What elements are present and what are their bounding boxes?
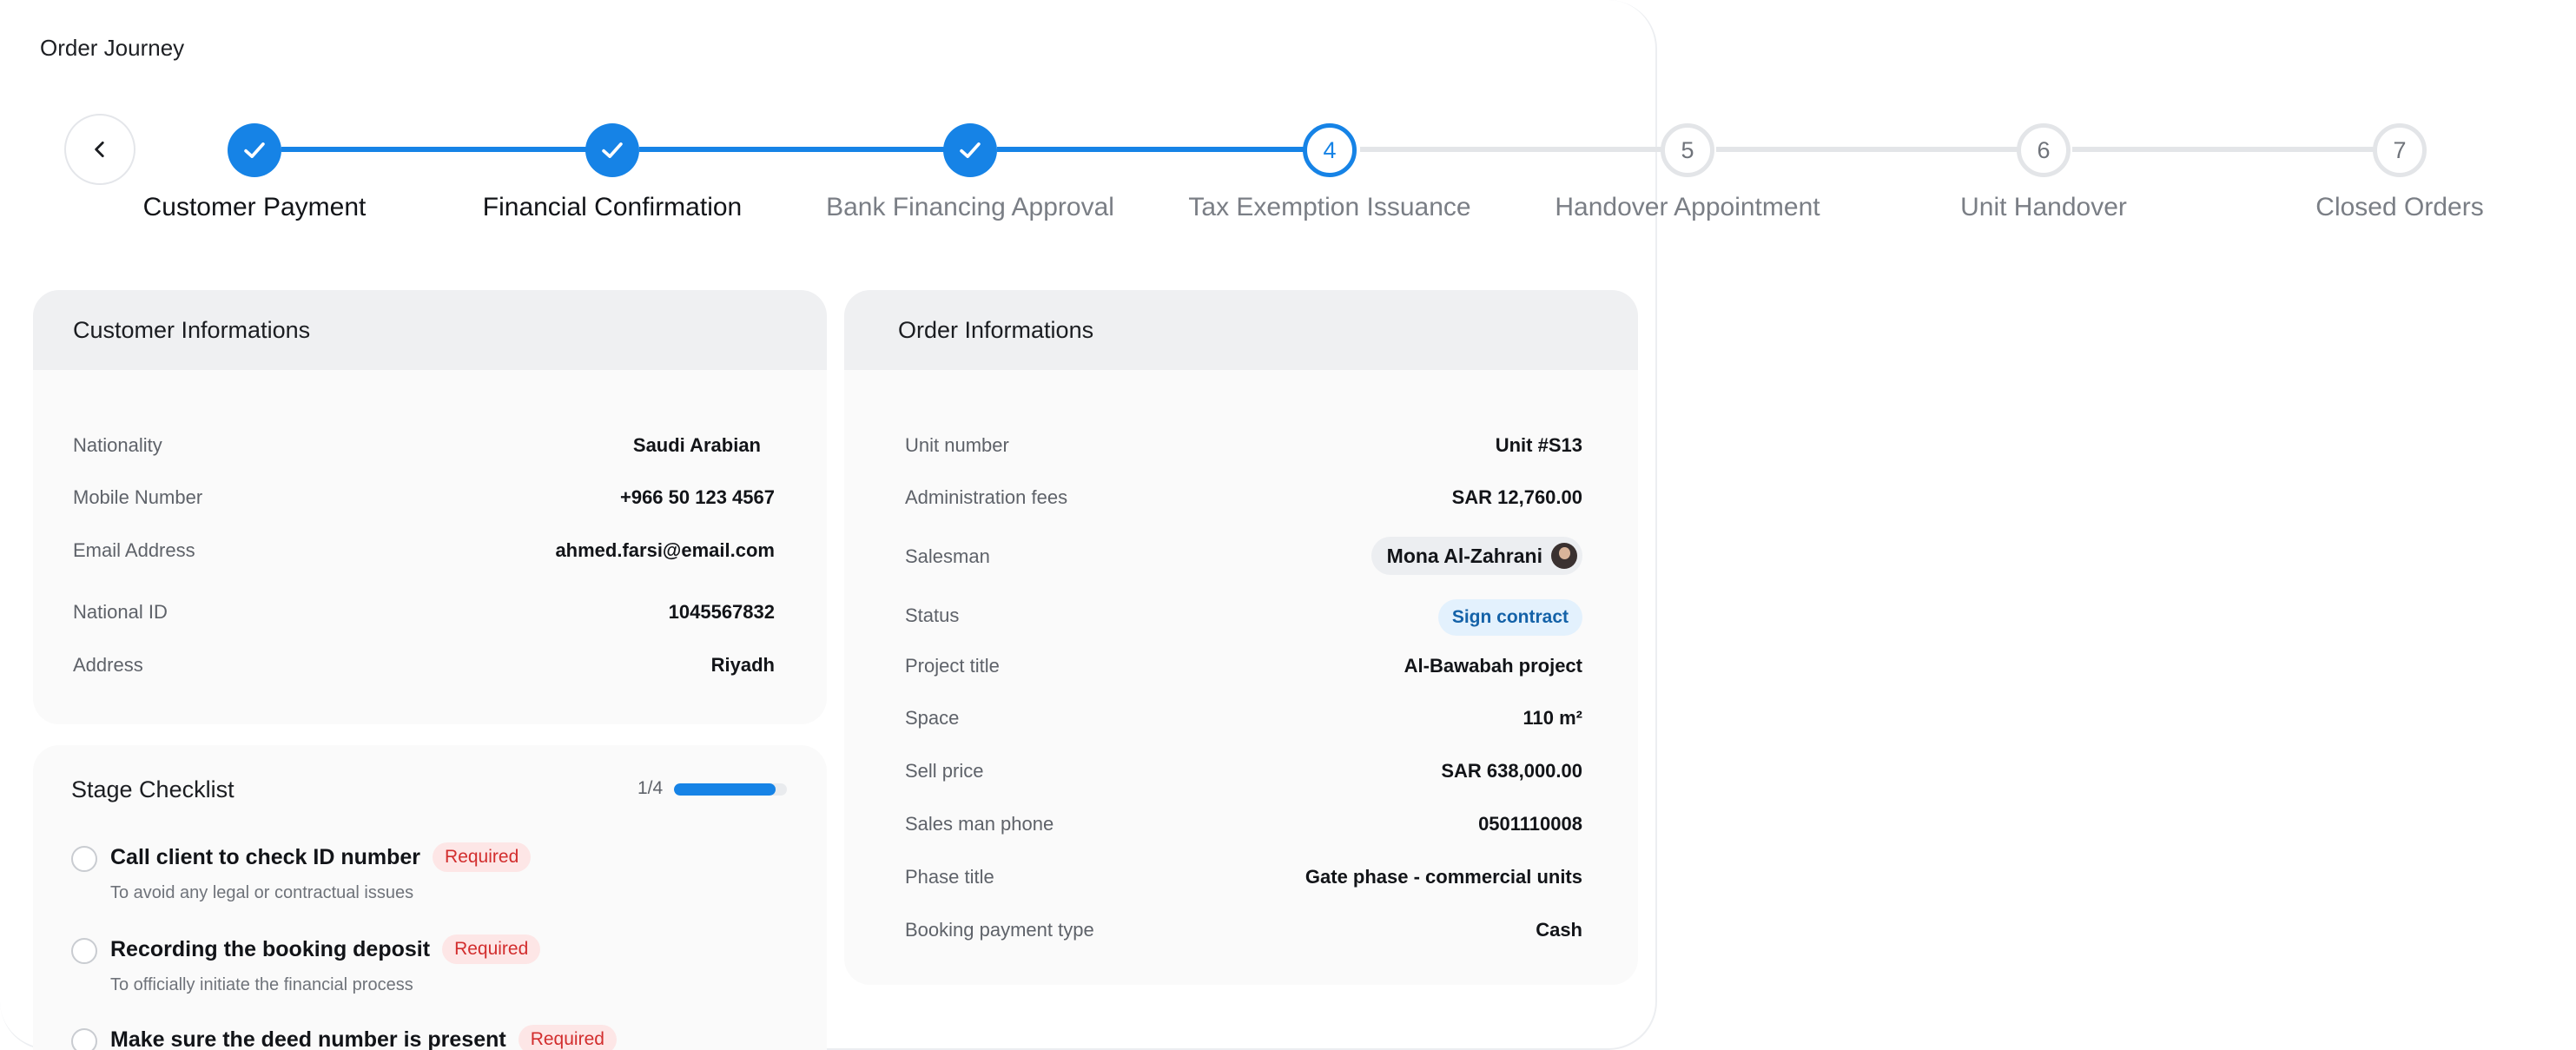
checklist-checkbox-3[interactable] bbox=[71, 1028, 97, 1050]
step-1-circle[interactable] bbox=[228, 123, 281, 177]
required-badge: Required bbox=[442, 934, 541, 964]
info-value: Cash bbox=[1536, 919, 1582, 941]
required-badge: Required bbox=[518, 1025, 617, 1050]
step-7-circle[interactable]: 7 bbox=[2373, 123, 2427, 177]
step-4-circle[interactable]: 4 bbox=[1303, 123, 1357, 177]
checklist-item-title: Recording the booking deposit bbox=[110, 936, 431, 961]
salesman-name: Mona Al-Zahrani bbox=[1386, 544, 1542, 567]
step-3-label: Bank Financing Approval bbox=[826, 193, 1114, 221]
check-icon bbox=[960, 142, 981, 158]
step-1-label: Customer Payment bbox=[142, 193, 367, 221]
order-info-panel: Order Informations Unit number Unit #S13… bbox=[844, 290, 1638, 985]
check-icon bbox=[602, 142, 623, 158]
info-key: Space bbox=[905, 707, 960, 729]
info-value: Sign contract bbox=[1437, 599, 1582, 636]
step-6-label: Unit Handover bbox=[1960, 193, 2127, 221]
step-4-label: Tax Exemption Issuance bbox=[1188, 193, 1471, 221]
info-value: 0501110008 bbox=[1478, 813, 1582, 835]
info-key: Status bbox=[905, 604, 960, 626]
checklist-progress-fill bbox=[674, 783, 776, 796]
info-key: Unit number bbox=[905, 434, 1009, 456]
step-3-circle[interactable] bbox=[943, 123, 997, 177]
info-key: Phase title bbox=[905, 866, 994, 888]
info-key: Sales man phone bbox=[905, 813, 1054, 835]
checklist-checkbox-2[interactable] bbox=[71, 938, 97, 964]
customer-info-title: Customer Informations bbox=[33, 290, 827, 370]
checklist-progress-text: 1/4 bbox=[637, 778, 664, 798]
info-key: Nationality bbox=[73, 434, 162, 456]
info-key: Project title bbox=[905, 655, 1000, 677]
step-6-circle[interactable]: 6 bbox=[2017, 123, 2071, 177]
info-value: +966 50 123 4567 bbox=[619, 486, 775, 508]
salesman-chip[interactable]: Mona Al-Zahrani bbox=[1371, 537, 1582, 575]
required-badge: Required bbox=[433, 842, 532, 872]
checklist-progress-bar bbox=[674, 783, 787, 796]
stepper-track-2 bbox=[639, 147, 945, 152]
status-badge: Sign contract bbox=[1437, 599, 1582, 636]
checklist-checkbox-1[interactable] bbox=[71, 846, 97, 872]
checklist-item-sub: To officially initiate the financial pro… bbox=[110, 975, 413, 994]
info-key: Mobile Number bbox=[73, 486, 203, 508]
step-7-label: Closed Orders bbox=[2315, 193, 2484, 221]
info-key: Administration fees bbox=[905, 486, 1068, 508]
info-value: SAR 638,000.00 bbox=[1441, 760, 1582, 782]
check-icon bbox=[244, 142, 265, 158]
step-2-circle[interactable] bbox=[585, 123, 639, 177]
info-value: SAR 12,760.00 bbox=[1451, 486, 1582, 508]
step-5-label: Handover Appointment bbox=[1555, 193, 1820, 221]
info-value: Unit #S13 bbox=[1495, 434, 1582, 456]
checklist-item-2[interactable]: Recording the booking deposit Required bbox=[110, 934, 541, 964]
step-2-label: Financial Confirmation bbox=[482, 193, 743, 221]
step-5-circle[interactable]: 5 bbox=[1661, 123, 1714, 177]
info-value: Saudi Arabian bbox=[632, 434, 761, 456]
stepper-track-4 bbox=[1360, 147, 1664, 152]
info-key: Address bbox=[73, 654, 143, 676]
order-info-title: Order Informations bbox=[844, 290, 1638, 370]
info-key: National ID bbox=[73, 601, 168, 623]
info-value: ahmed.farsi@email.com bbox=[555, 539, 775, 561]
info-value: 1045567832 bbox=[668, 601, 775, 623]
checklist-title: Stage Checklist bbox=[71, 776, 234, 802]
stage-checklist-panel: Stage Checklist 1/4 Call client to check… bbox=[33, 745, 827, 1050]
info-value: Mona Al-Zahrani bbox=[1371, 537, 1582, 575]
avatar bbox=[1551, 543, 1577, 569]
info-key: Salesman bbox=[905, 545, 990, 567]
stepper-track-5 bbox=[1716, 147, 2020, 152]
checklist-item-3[interactable]: Make sure the deed number is present Req… bbox=[110, 1025, 617, 1050]
page-title: Order Journey bbox=[40, 35, 185, 61]
chevron-left-icon bbox=[95, 142, 104, 157]
checklist-item-title: Make sure the deed number is present bbox=[110, 1027, 506, 1050]
checklist-item-sub: To avoid any legal or contractual issues bbox=[110, 883, 414, 902]
stepper-track-1 bbox=[281, 147, 587, 152]
stepper-track-3 bbox=[997, 147, 1306, 152]
back-button[interactable] bbox=[64, 114, 135, 185]
info-value: Gate phase - commercial units bbox=[1305, 866, 1582, 888]
checklist-item-1[interactable]: Call client to check ID number Required bbox=[110, 842, 532, 872]
info-value: 110 m² bbox=[1522, 707, 1583, 729]
info-value: Al-Bawabah project bbox=[1404, 655, 1582, 677]
info-key: Sell price bbox=[905, 760, 984, 782]
customer-info-panel: Customer Informations Nationality Saudi … bbox=[33, 290, 827, 724]
info-key: Email Address bbox=[73, 539, 195, 561]
stepper-track-6 bbox=[2072, 147, 2376, 152]
checklist-item-title: Call client to check ID number bbox=[110, 844, 421, 869]
info-value: Riyadh bbox=[710, 654, 775, 676]
info-key: Booking payment type bbox=[905, 919, 1094, 941]
